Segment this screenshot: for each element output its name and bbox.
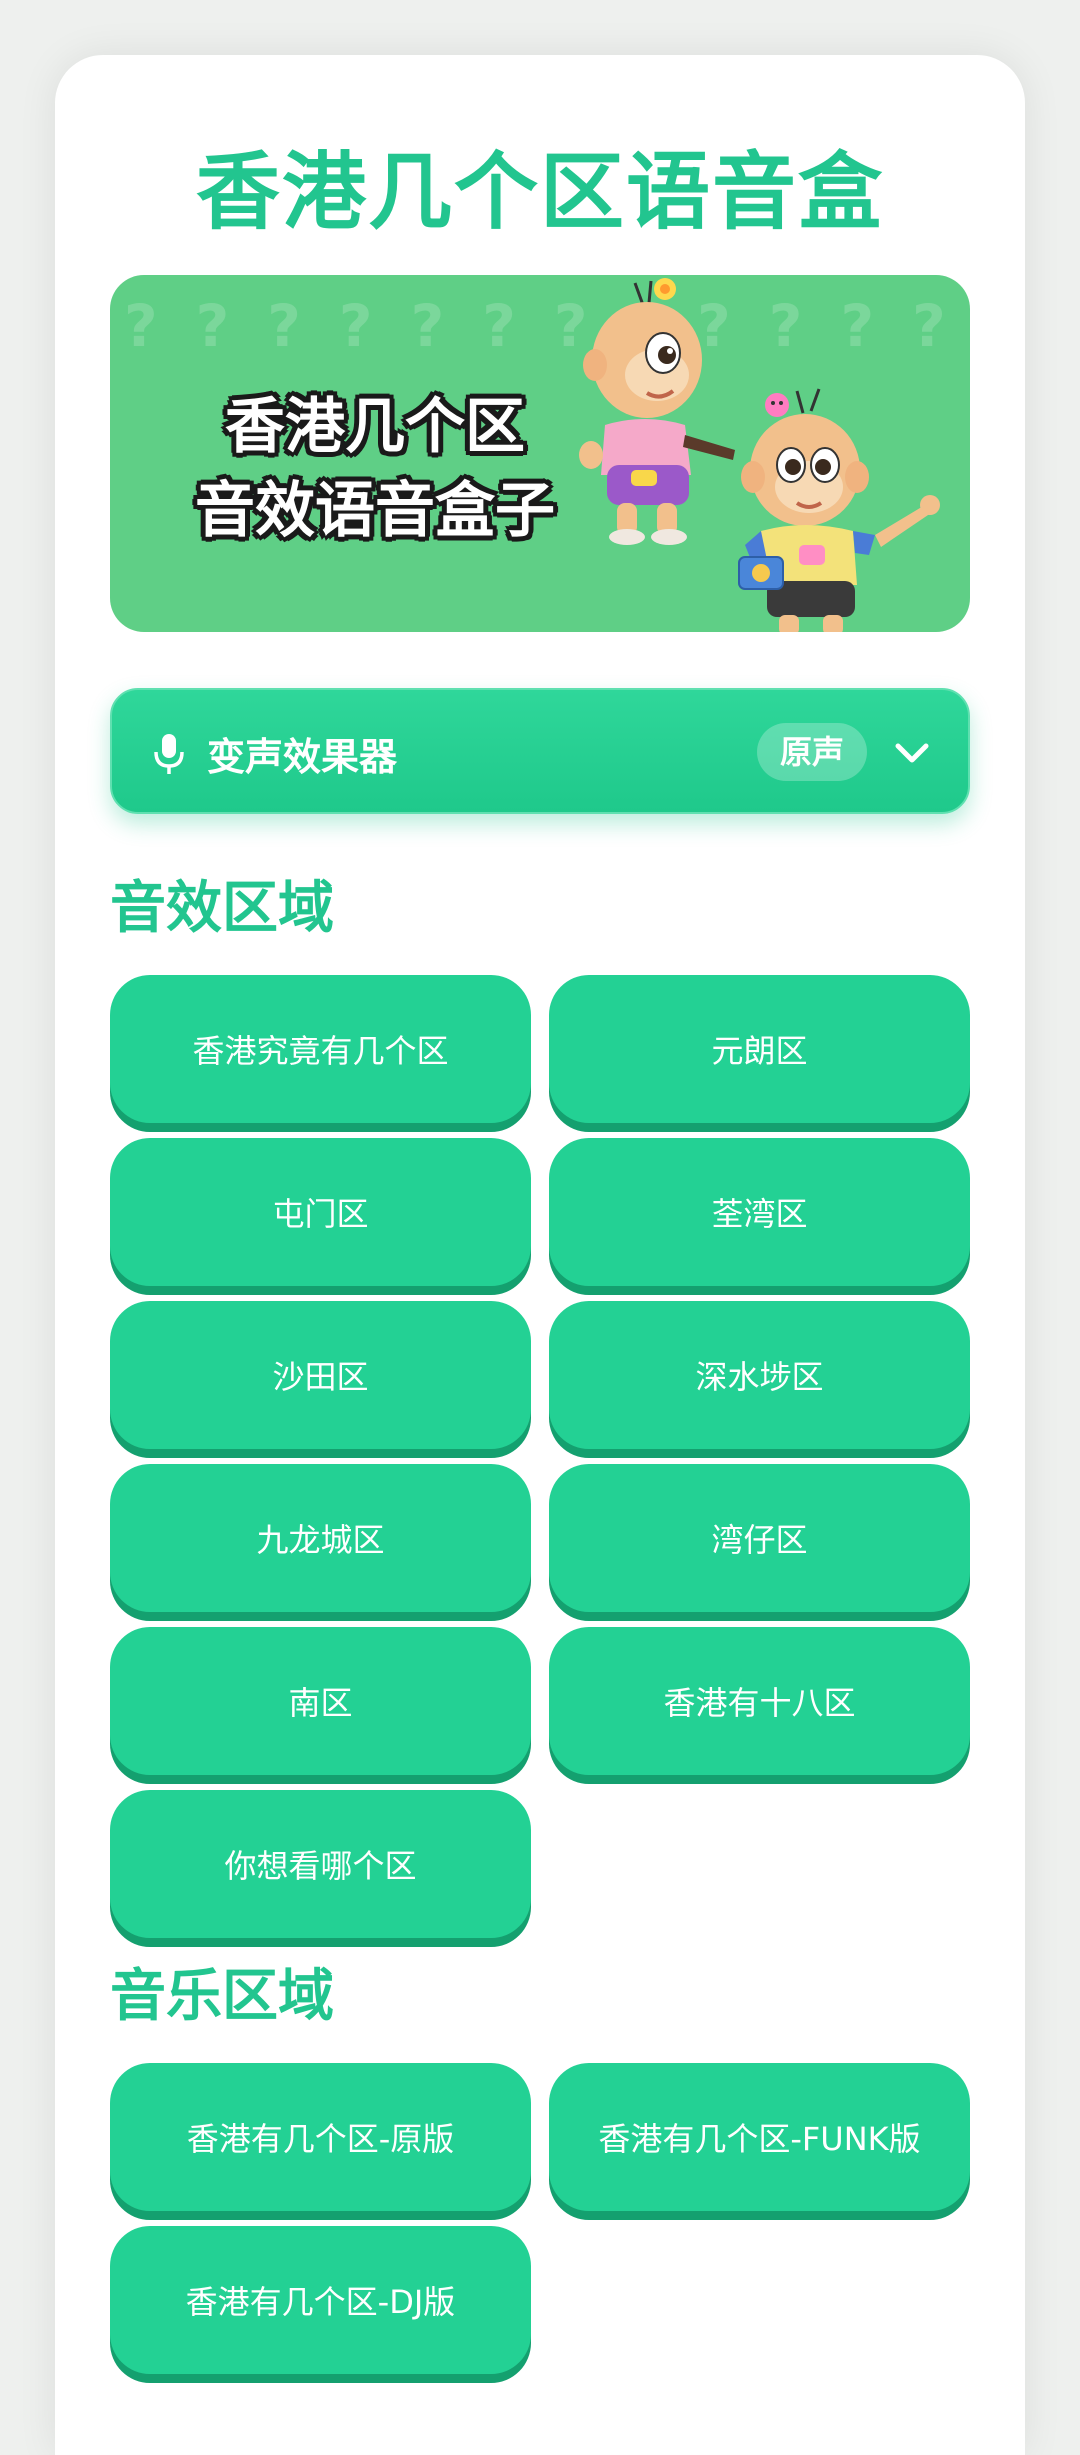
sound-button[interactable]: 元朗区: [549, 975, 970, 1123]
banner-line-2: 音效语音盒子: [195, 476, 555, 546]
chevron-down-icon[interactable]: [892, 736, 932, 770]
sound-button[interactable]: 香港有十八区: [549, 1627, 970, 1775]
music-button[interactable]: 香港有几个区-FUNK版: [549, 2063, 970, 2211]
cartoon-boy-illustration: [738, 388, 940, 632]
sound-button[interactable]: 屯门区: [110, 1138, 531, 1286]
music-button-grid: 香港有几个区-原版 香港有几个区-FUNK版 香港有几个区-DJ版: [110, 2063, 970, 2383]
sound-button-grid: 香港究竟有几个区 元朗区 屯门区 荃湾区 沙田区 深水埗区 九龙城区 湾仔区 南…: [110, 975, 970, 1947]
sound-button[interactable]: 沙田区: [110, 1301, 531, 1449]
voice-changer-dropdown[interactable]: 变声效果器 原声: [110, 688, 970, 814]
sound-button[interactable]: 南区: [110, 1627, 531, 1775]
music-button[interactable]: 香港有几个区-原版: [110, 2063, 531, 2211]
sound-section-title: 音效区域: [110, 876, 334, 941]
sound-button[interactable]: 香港究竟有几个区: [110, 975, 531, 1123]
sound-button[interactable]: 九龙城区: [110, 1464, 531, 1612]
sound-button[interactable]: 深水埗区: [549, 1301, 970, 1449]
sound-button[interactable]: 你想看哪个区: [110, 1790, 531, 1938]
sound-button[interactable]: 湾仔区: [549, 1464, 970, 1612]
banner-line-1: 香港几个区: [225, 392, 525, 462]
page-title: 香港几个区语音盒: [195, 143, 884, 241]
banner-image: ????????????????????????????????????????…: [110, 275, 970, 632]
main-card: 香港几个区语音盒 ???????????????????????????????…: [55, 55, 1025, 2455]
mic-icon: [154, 734, 184, 774]
banner-text: 香港几个区 音效语音盒子: [180, 385, 570, 553]
voice-changer-label: 变声效果器: [207, 735, 398, 779]
music-section-title: 音乐区域: [110, 1964, 334, 2029]
sound-button[interactable]: 荃湾区: [549, 1138, 970, 1286]
music-button[interactable]: 香港有几个区-DJ版: [110, 2226, 531, 2374]
voice-effect-selected[interactable]: 原声: [757, 723, 867, 781]
